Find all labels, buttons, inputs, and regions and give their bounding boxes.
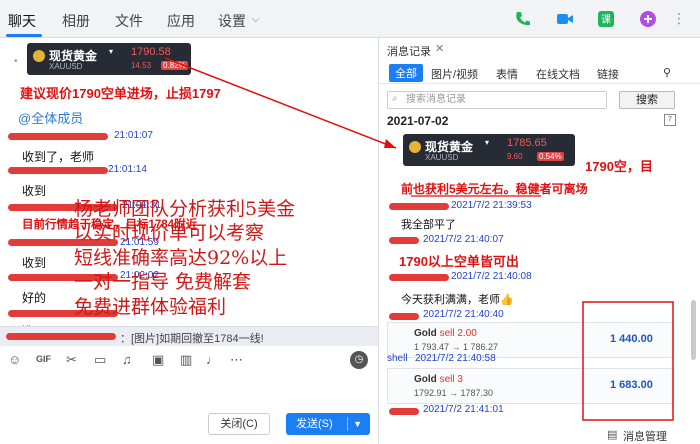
- annotation-arrowhead: [384, 139, 396, 148]
- annotation-box: [582, 301, 674, 421]
- annotation-layer: [164, 57, 674, 421]
- annotation-arrow: [164, 57, 397, 149]
